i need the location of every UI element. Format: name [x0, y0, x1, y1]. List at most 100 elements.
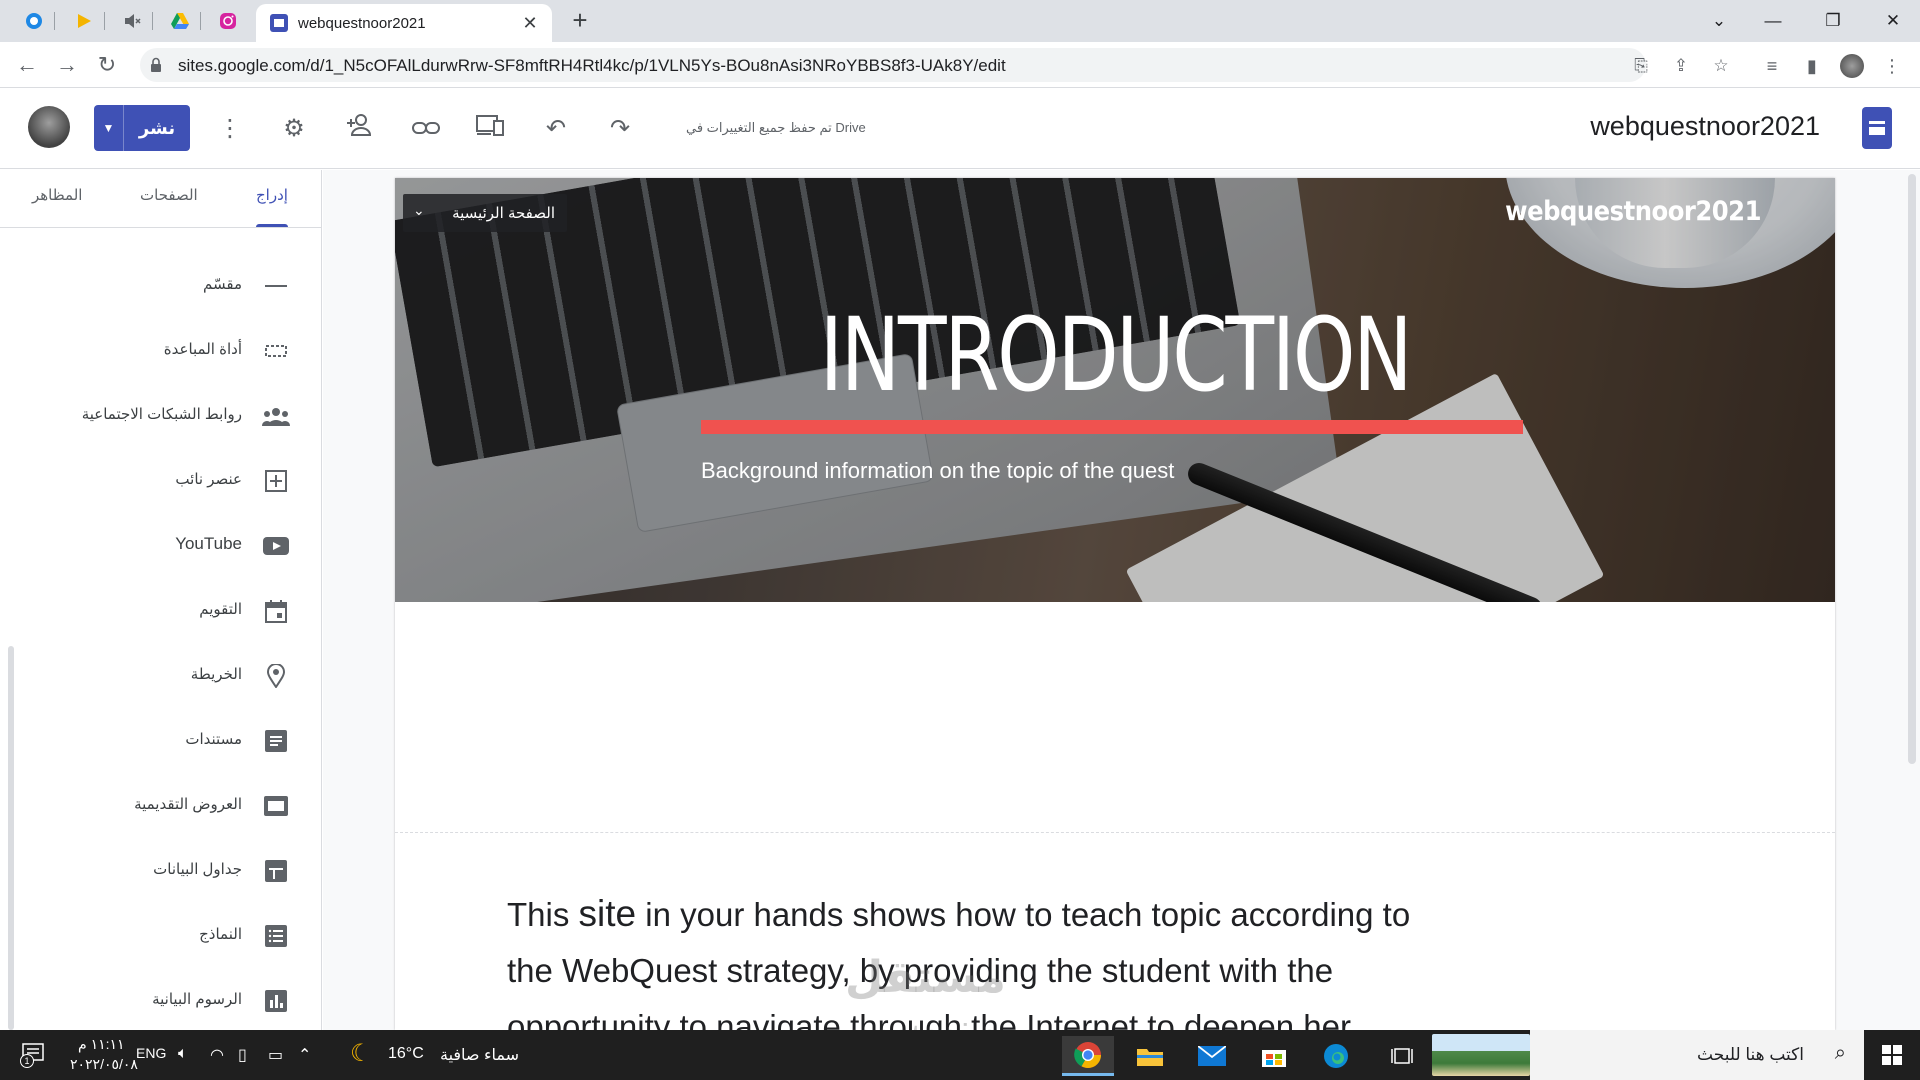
add-box-icon [262, 467, 290, 495]
sidebar-item-label: التقويم [199, 601, 242, 618]
tab-pages[interactable]: الصفحات [140, 186, 198, 204]
close-tab-icon[interactable]: ✕ [518, 11, 542, 35]
sidebar-item-spacer[interactable]: أداة المباعدة [0, 329, 322, 373]
copy-link-icon[interactable] [410, 113, 442, 145]
sidebar-item-sheets[interactable]: جداول البيانات [0, 849, 322, 893]
page-selector-label: الصفحة الرئيسية [452, 205, 555, 222]
task-view-icon[interactable] [1376, 1036, 1428, 1076]
intro-text-box[interactable]: This site in your hands shows how to tea… [507, 886, 1507, 1030]
clock-time[interactable]: ١١:١١ م [78, 1036, 125, 1053]
clock-date[interactable]: ٢٠٢٢/٠٥/٠٨ [70, 1056, 138, 1073]
sheets-icon [262, 857, 290, 885]
notification-center-button[interactable]: 1 [20, 1042, 46, 1068]
people-icon [262, 402, 290, 430]
sidebar-item-placeholder[interactable]: عنصر نائب [0, 459, 322, 503]
reading-list-icon[interactable]: ≡ [1760, 54, 1784, 78]
pinned-tab-drive[interactable] [166, 7, 194, 35]
active-tab[interactable]: webquestnoor2021 ✕ [256, 4, 552, 42]
search-highlight-image[interactable] [1432, 1034, 1530, 1076]
sidebar-item-label: الخريطة [190, 666, 242, 683]
profile-avatar-icon[interactable] [1840, 54, 1864, 78]
pinned-tab-media[interactable] [70, 7, 98, 35]
circle-app-icon [26, 13, 42, 29]
sidebar-scrollbar[interactable] [8, 646, 14, 1030]
sidebar-item-charts[interactable]: الرسوم البيانية [0, 979, 322, 1023]
settings-gear-icon[interactable]: ⚙ [278, 113, 310, 145]
maximize-button[interactable]: ❐ [1810, 6, 1856, 36]
input-language[interactable]: ENG [136, 1045, 166, 1061]
side-panel-icon[interactable]: ▮ [1800, 54, 1824, 78]
sidebar-item-label: مستندات [185, 731, 242, 748]
tab-title: webquestnoor2021 [298, 15, 426, 32]
divider-icon [262, 272, 290, 300]
sidebar-item-calendar[interactable]: التقويم [0, 589, 322, 633]
weather-temperature: 16°C [388, 1045, 424, 1062]
tab-search-chevron-icon[interactable]: ⌄ [1696, 6, 1742, 36]
back-button[interactable]: ← [12, 50, 42, 80]
show-hidden-icons-chevron-icon[interactable]: ⌃ [298, 1045, 311, 1065]
new-tab-button[interactable]: + [566, 7, 594, 35]
publish-button-group: ▼ نشر [94, 105, 190, 151]
tab-themes[interactable]: المظاهر [32, 186, 82, 204]
share-add-person-icon[interactable] [344, 113, 376, 145]
page-title[interactable]: INTRODUCTION [553, 296, 1676, 415]
address-bar[interactable]: sites.google.com/d/1_N5cOFAlLdurwRrw-SF8… [140, 48, 1729, 82]
preview-devices-icon[interactable] [474, 113, 506, 145]
sidebar-divider [0, 227, 322, 228]
microsoft-store-icon[interactable] [1248, 1036, 1300, 1076]
close-window-button[interactable]: ✕ [1870, 6, 1916, 36]
publish-button[interactable]: نشر [124, 105, 190, 151]
account-avatar[interactable] [28, 106, 70, 148]
windows-logo-icon [1882, 1045, 1902, 1065]
reload-button[interactable]: ↻ [92, 50, 122, 80]
sidebar-item-social-links[interactable]: روابط الشبكات الاجتماعية [0, 394, 322, 438]
body-text-run: site [578, 893, 637, 934]
sidebar-item-slides[interactable]: العروض التقديمية [0, 784, 322, 828]
sidebar-item-youtube[interactable]: YouTube [0, 524, 322, 568]
calendar-icon [262, 597, 290, 625]
body-text-run: This [507, 896, 579, 933]
undo-icon[interactable]: ↶ [540, 113, 572, 145]
file-explorer-icon[interactable] [1124, 1036, 1176, 1076]
google-sites-logo-icon[interactable] [1862, 107, 1892, 149]
tab-insert[interactable]: إدراج [256, 186, 288, 204]
page-selector-dropdown[interactable]: الصفحة الرئيسية ⌄ [403, 194, 567, 232]
forward-button[interactable]: → [52, 50, 82, 80]
battery-icon[interactable]: ▯ [238, 1045, 247, 1065]
site-name-title[interactable]: webquestnoor2021 [1590, 111, 1820, 142]
translate-icon[interactable]: ⎘ [1630, 55, 1652, 77]
chrome-icon[interactable] [1062, 1036, 1114, 1076]
minimize-button[interactable]: — [1750, 6, 1796, 36]
redo-icon[interactable]: ↷ [604, 113, 636, 145]
meet-now-icon[interactable]: ▭ [268, 1045, 283, 1065]
pinned-tab-app[interactable] [20, 7, 48, 35]
wifi-icon[interactable]: ◠ [210, 1045, 224, 1065]
start-button[interactable] [1864, 1030, 1920, 1080]
sidebar-item-map[interactable]: الخريطة [0, 654, 322, 698]
bookmark-star-icon[interactable]: ☆ [1710, 55, 1732, 77]
page-subtitle[interactable]: Background information on the topic of t… [701, 458, 1174, 484]
title-underline-bar [701, 420, 1523, 434]
volume-icon[interactable]: 🔈︎ [178, 1045, 188, 1063]
moon-weather-icon[interactable]: ☾ [350, 1039, 372, 1068]
mail-icon[interactable] [1186, 1036, 1238, 1076]
taskbar-search[interactable]: اكتب هنا للبحث ⌕ [1530, 1030, 1864, 1080]
chart-icon [262, 987, 290, 1015]
save-status-text: تم حفظ جميع التغييرات في Drive [686, 120, 866, 135]
sidebar-item-label: الرسوم البيانية [152, 991, 242, 1008]
more-options-icon[interactable]: ⋮ [214, 113, 246, 145]
browser-menu-icon[interactable]: ⋮ [1880, 54, 1904, 78]
header-banner[interactable]: الصفحة الرئيسية ⌄ webquestnoor2021 INTRO… [395, 178, 1835, 602]
google-sites-favicon [270, 14, 288, 32]
instagram-icon [220, 13, 236, 29]
edge-browser-icon[interactable] [1310, 1036, 1362, 1076]
share-icon[interactable]: ⇪ [1670, 55, 1692, 77]
pinned-tab-instagram[interactable] [214, 7, 242, 35]
publish-options-chevron-icon[interactable]: ▼ [94, 105, 124, 151]
sidebar-item-divider[interactable]: مقسّم [0, 264, 322, 308]
speaker-muted-icon [125, 14, 141, 28]
pinned-tab-audio[interactable] [118, 7, 146, 35]
sidebar-item-forms[interactable]: النماذج [0, 914, 322, 958]
sidebar-item-docs[interactable]: مستندات [0, 719, 322, 763]
canvas-scrollbar[interactable] [1908, 174, 1916, 764]
